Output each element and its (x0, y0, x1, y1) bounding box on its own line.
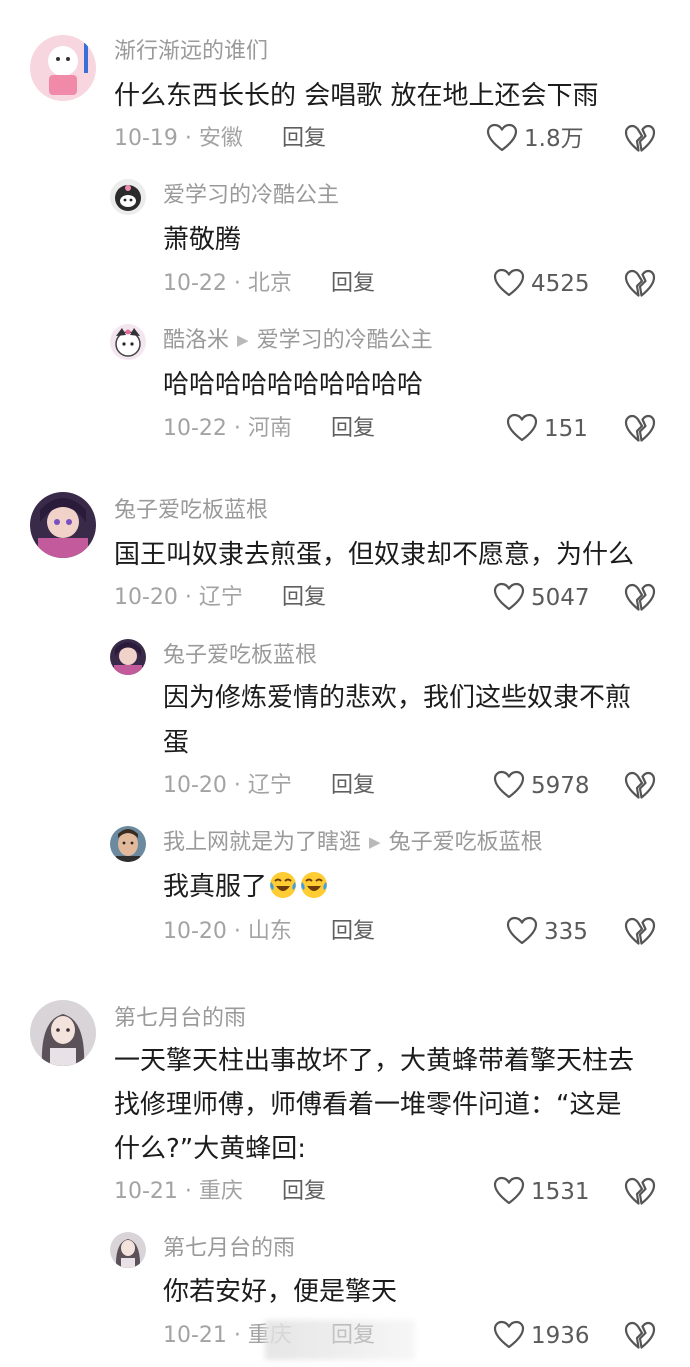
avatar[interactable] (30, 492, 96, 558)
like-button[interactable]: 151 (506, 413, 588, 445)
broken-heart-icon (624, 917, 656, 945)
broken-heart-icon (624, 1177, 656, 1205)
comment-text: 国王叫奴隶去煎蛋，但奴隶却不愿意，为什么 (114, 540, 635, 570)
username[interactable]: 第七月台的雨 (163, 1235, 295, 1263)
heart-outline-icon (493, 582, 525, 610)
heart-outline-icon (493, 1176, 525, 1204)
dislike-button[interactable] (624, 917, 656, 947)
avatar[interactable] (30, 35, 96, 101)
dislike-button[interactable] (624, 269, 656, 299)
caret-right-icon: ▶ (369, 833, 381, 851)
dislike-button[interactable] (624, 124, 656, 154)
avatar[interactable] (110, 639, 146, 675)
watermark-overlay (265, 1320, 415, 1360)
comment-text: 萧敬腾 (163, 225, 242, 255)
like-count: 5047 (531, 585, 590, 611)
username[interactable]: 酷洛米 (163, 328, 229, 353)
like-button[interactable]: 335 (506, 916, 588, 948)
username[interactable]: 渐行渐远的谁们 (114, 38, 268, 66)
avatar[interactable] (110, 179, 146, 215)
comment-text-line-2: 找修理师傅，师傅看着一堆零件问道：“这是 (114, 1090, 622, 1120)
avatar[interactable] (110, 324, 146, 360)
broken-heart-icon (624, 1321, 656, 1349)
date-location: 10-22 · 北京 (163, 271, 292, 296)
username[interactable]: 兔子爱吃板蓝根 (114, 497, 268, 525)
username[interactable]: 第七月台的雨 (114, 1005, 246, 1033)
like-count: 335 (544, 919, 588, 945)
date-location: 10-20 · 辽宁 (114, 585, 243, 610)
reply-to-username[interactable]: 兔子爱吃板蓝根 (389, 830, 543, 855)
username[interactable]: 兔子爱吃板蓝根 (163, 642, 317, 670)
like-button[interactable]: 5978 (493, 770, 590, 802)
comment-text-body: 我真服了 (163, 872, 268, 902)
broken-heart-icon (624, 771, 656, 799)
like-count: 4525 (531, 271, 590, 297)
date-location: 10-20 · 辽宁 (163, 773, 292, 798)
heart-outline-icon (506, 916, 538, 944)
date-location: 10-22 · 河南 (163, 416, 292, 441)
username-pair: 酷洛米 ▶ 爱学习的冷酷公主 (163, 327, 433, 356)
heart-outline-icon (493, 268, 525, 296)
username[interactable]: 我上网就是为了瞎逛 (163, 830, 361, 855)
comment-text-line-2: 蛋 (163, 728, 190, 758)
like-count: 5978 (531, 773, 590, 799)
reply-button[interactable]: 回复 (331, 269, 375, 299)
like-count: 1.8万 (524, 126, 584, 152)
reply-to-username[interactable]: 爱学习的冷酷公主 (257, 328, 433, 353)
like-button[interactable]: 1936 (493, 1320, 590, 1352)
dislike-button[interactable] (624, 583, 656, 613)
comment-text: 我真服了 (163, 865, 329, 910)
like-button[interactable]: 4525 (493, 268, 590, 300)
avatar[interactable] (110, 826, 146, 862)
reply-button[interactable]: 回复 (282, 1177, 326, 1207)
comment-text-line-3: 什么?”大黄蜂回: (114, 1134, 307, 1164)
reply-button[interactable]: 回复 (331, 771, 375, 801)
heart-outline-icon (486, 123, 518, 151)
reply-button[interactable]: 回复 (331, 917, 375, 947)
reply-button[interactable]: 回复 (282, 124, 326, 154)
broken-heart-icon (624, 414, 656, 442)
like-button[interactable]: 5047 (493, 582, 590, 614)
heart-outline-icon (493, 770, 525, 798)
comment-text: 你若安好，便是擎天 (163, 1277, 398, 1307)
username[interactable]: 爱学习的冷酷公主 (163, 182, 339, 210)
dislike-button[interactable] (624, 771, 656, 801)
dislike-button[interactable] (624, 1177, 656, 1207)
avatar[interactable] (30, 1000, 96, 1066)
comment-text: 什么东西长长的 会唱歌 放在地上还会下雨 (114, 81, 599, 111)
date-location: 10-19 · 安徽 (114, 126, 243, 151)
date-location: 10-21 · 重庆 (114, 1179, 243, 1204)
like-count: 1936 (531, 1323, 590, 1349)
date-location: 10-20 · 山东 (163, 919, 292, 944)
like-button[interactable]: 1.8万 (486, 123, 584, 155)
dislike-button[interactable] (624, 1321, 656, 1351)
avatar[interactable] (110, 1232, 146, 1268)
reply-button[interactable]: 回复 (331, 414, 375, 444)
like-count: 1531 (531, 1179, 590, 1205)
comment-text-line-1: 一天擎天柱出事故坏了，大黄蜂带着擎天柱去 (114, 1046, 635, 1076)
crying-laughing-emoji (270, 871, 297, 898)
username-pair: 我上网就是为了瞎逛 ▶ 兔子爱吃板蓝根 (163, 829, 543, 858)
comment-text: 哈哈哈哈哈哈哈哈哈哈 (163, 370, 424, 400)
caret-right-icon: ▶ (237, 331, 249, 349)
reply-button[interactable]: 回复 (282, 583, 326, 613)
broken-heart-icon (624, 269, 656, 297)
dislike-button[interactable] (624, 414, 656, 444)
broken-heart-icon (624, 124, 656, 152)
comment-text-line-1: 因为修炼爱情的悲欢，我们这些奴隶不煎 (163, 683, 632, 713)
crying-laughing-emoji (301, 871, 328, 898)
broken-heart-icon (624, 583, 656, 611)
like-button[interactable]: 1531 (493, 1176, 590, 1208)
heart-outline-icon (493, 1320, 525, 1348)
heart-outline-icon (506, 413, 538, 441)
like-count: 151 (544, 416, 588, 442)
